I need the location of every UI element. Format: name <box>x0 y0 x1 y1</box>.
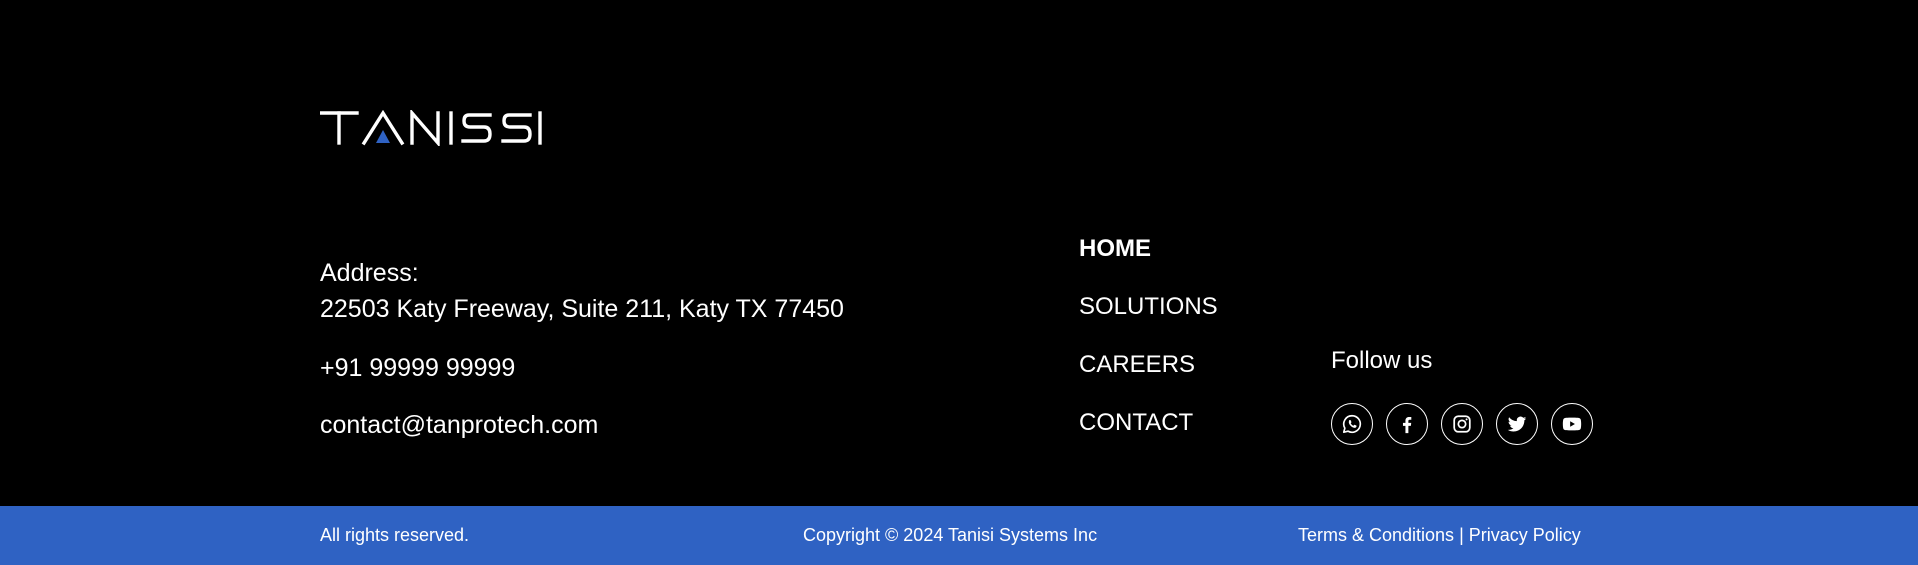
copyright-text: Copyright © 2024 Tanisi Systems Inc <box>803 525 1098 545</box>
nav-item-home[interactable]: HOME <box>1079 234 1218 264</box>
email-link[interactable]: contact@tanprotech.com <box>320 410 598 440</box>
instagram-button[interactable] <box>1441 403 1483 445</box>
address-label: Address: <box>320 259 419 287</box>
legal-links: Terms & Conditions | Privacy Policy <box>1298 524 1581 546</box>
youtube-icon <box>1562 417 1582 431</box>
tanisi-logo[interactable] <box>320 110 542 146</box>
whatsapp-icon <box>1342 414 1362 434</box>
facebook-button[interactable] <box>1386 403 1428 445</box>
nav-item-solutions[interactable]: SOLUTIONS <box>1079 292 1218 322</box>
facebook-icon <box>1402 416 1412 434</box>
terms-link[interactable]: Terms & Conditions <box>1298 525 1454 545</box>
nav-item-contact[interactable]: CONTACT <box>1079 408 1218 438</box>
footer-page: Address: 22503 Katy Freeway, Suite 211, … <box>0 0 1918 565</box>
social-icons <box>1331 403 1593 445</box>
footer-nav: HOME SOLUTIONS CAREERS CONTACT <box>1079 234 1218 466</box>
twitter-button[interactable] <box>1496 403 1538 445</box>
instagram-icon <box>1453 415 1471 433</box>
rights-text: All rights reserved. <box>320 525 470 545</box>
address-value: 22503 Katy Freeway, Suite 211, Katy TX 7… <box>320 295 844 323</box>
nav-item-careers[interactable]: CAREERS <box>1079 350 1218 380</box>
whatsapp-button[interactable] <box>1331 403 1373 445</box>
copyright-bar: All rights reserved. Copyright © 2024 Ta… <box>0 506 1918 565</box>
phone-number[interactable]: +91 99999 99999 <box>320 353 515 383</box>
privacy-link[interactable]: Privacy Policy <box>1469 525 1581 545</box>
follow-us-title: Follow us <box>1331 347 1433 374</box>
twitter-icon <box>1507 416 1527 432</box>
youtube-button[interactable] <box>1551 403 1593 445</box>
legal-separator: | <box>1459 525 1464 545</box>
